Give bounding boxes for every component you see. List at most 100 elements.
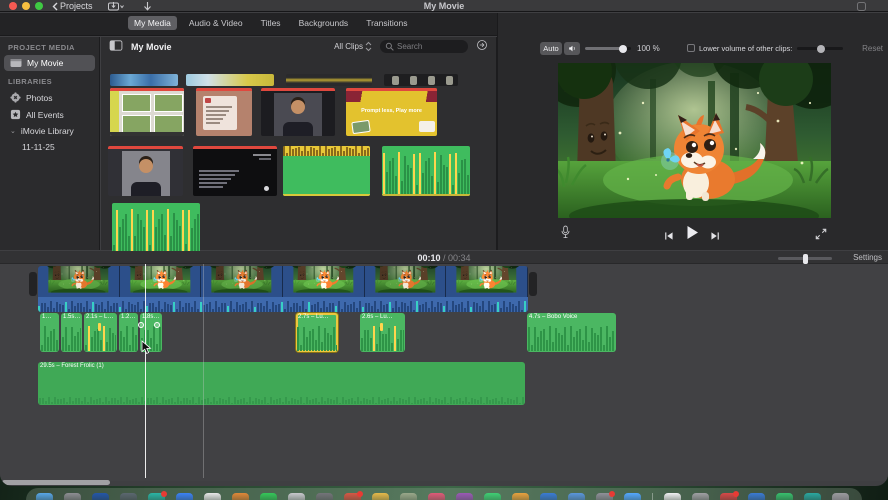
dock-separator — [652, 493, 653, 500]
sidebar-item-imovie-library[interactable]: ⌄ iMovie Library — [4, 123, 95, 139]
sidebar-item-11-11-25[interactable]: 11-11-25 — [4, 139, 95, 155]
timeline-audio-clip[interactable]: 2.7s – Lu… — [296, 313, 338, 352]
dock-app-icon[interactable] — [624, 493, 641, 500]
dock-app-icon[interactable] — [316, 493, 333, 500]
volume-slider[interactable] — [585, 44, 631, 53]
playhead[interactable] — [145, 264, 146, 478]
timeline-audio-clip[interactable]: 2.6s – Lu… — [360, 313, 405, 352]
viewer-panel: Auto 100 % Lower volume of other clips: … — [498, 13, 888, 250]
tab-my-media[interactable]: My Media — [128, 16, 177, 30]
dock — [26, 488, 862, 500]
timeline-audio-clip[interactable]: 1… — [40, 313, 59, 352]
audio-clip-label: 1.8s… — [142, 314, 160, 320]
dock-app-icon[interactable] — [664, 493, 681, 500]
dock-app-icon[interactable] — [512, 493, 529, 500]
sidebar-item-all-events[interactable]: All Events — [4, 106, 95, 123]
dock-app-icon[interactable] — [596, 491, 615, 500]
timeline-audio-clip[interactable]: 1.2… — [119, 313, 138, 352]
reset-button[interactable]: Reset — [862, 44, 883, 53]
fullscreen-icon[interactable] — [815, 227, 827, 245]
browser-clip-document[interactable] — [196, 88, 252, 136]
sidebar-item-label: Photos — [26, 92, 53, 103]
dock-app-icon[interactable] — [748, 493, 765, 500]
timeline-settings-button[interactable]: Settings — [853, 253, 882, 262]
dock-app-icon[interactable] — [568, 493, 585, 500]
browser-clip-terminal[interactable] — [193, 146, 277, 196]
events-icon — [10, 109, 21, 120]
dock-app-icon[interactable] — [720, 491, 739, 500]
timeline-horizontal-scrollbar[interactable] — [2, 480, 110, 485]
dock-app-icon[interactable] — [120, 493, 137, 500]
mute-button[interactable] — [564, 42, 580, 55]
dock-app-icon[interactable] — [372, 493, 389, 500]
dock-app-icon[interactable] — [456, 493, 473, 500]
dock-app-icon[interactable] — [484, 493, 501, 500]
chevron-down-icon[interactable]: ⌄ — [10, 127, 16, 135]
browser-clip-green-top[interactable] — [283, 146, 370, 196]
timeline-audio-clip[interactable]: 1.5s… — [61, 313, 82, 352]
play-button[interactable] — [686, 225, 699, 245]
dock-trash-icon[interactable] — [832, 493, 849, 500]
browser-clip-strip-a[interactable] — [110, 74, 178, 86]
timeline-audio-clip[interactable]: 2.1s – L… — [84, 313, 117, 352]
browser-clip-waveform[interactable] — [382, 146, 470, 196]
previous-frame-button[interactable] — [664, 228, 674, 246]
tab-backgrounds[interactable]: Backgrounds — [293, 16, 355, 30]
record-voiceover-icon[interactable] — [560, 225, 571, 245]
dock-app-icon[interactable] — [344, 491, 363, 500]
dock-app-icon[interactable] — [400, 493, 417, 500]
lower-volume-label: Lower volume of other clips: — [699, 44, 793, 53]
browser-clip-strip-d[interactable] — [384, 74, 458, 86]
timeline-zoom-slider[interactable] — [778, 253, 832, 264]
fade-handle[interactable] — [138, 322, 144, 328]
fade-handle[interactable] — [154, 322, 160, 328]
clip-edge-handle[interactable] — [529, 272, 537, 296]
used-range-indicator — [261, 88, 335, 91]
browser-clip-waveform[interactable] — [112, 203, 200, 253]
video-filmstrip — [38, 266, 528, 297]
lower-volume-checkbox[interactable] — [687, 44, 695, 52]
tab-titles[interactable]: Titles — [255, 16, 287, 30]
sidebar-item-photos[interactable]: Photos — [4, 89, 95, 106]
dock-app-icon[interactable] — [36, 493, 53, 500]
browser-clip-webcam-dark[interactable] — [261, 88, 335, 136]
dock-app-icon[interactable] — [804, 493, 821, 500]
dock-app-icon[interactable] — [176, 493, 193, 500]
dock-app-icon[interactable] — [540, 493, 557, 500]
speaker-icon — [568, 45, 575, 52]
dock-app-icon[interactable] — [232, 493, 249, 500]
sidebar-item-label: iMovie Library — [20, 126, 74, 136]
sidebar-item-label: 11-11-25 — [22, 142, 55, 152]
dock-app-icon[interactable] — [776, 493, 793, 500]
timeline-audio-clip[interactable]: 4.7s – Bobo Voice — [527, 313, 616, 352]
dock-app-icon[interactable] — [148, 491, 167, 500]
clip-edge-handle[interactable] — [29, 272, 37, 296]
sidebar-section-header: PROJECT MEDIA — [8, 43, 75, 52]
dock-app-icon[interactable] — [428, 493, 445, 500]
dock-app-icon[interactable] — [64, 493, 81, 500]
dock-app-icon[interactable] — [692, 493, 709, 500]
window-accessory-icon — [857, 2, 866, 11]
tab-audio-video[interactable]: Audio & Video — [183, 16, 249, 30]
browser-clip-screen-grid[interactable] — [110, 88, 184, 136]
timeline-music-clip[interactable]: 29.5s – Forest Frolic (1) — [38, 362, 525, 405]
dock-app-icon[interactable] — [92, 493, 109, 500]
lower-volume-slider[interactable] — [797, 44, 843, 53]
browser-clip-webcam[interactable] — [108, 146, 183, 196]
browser-clip-strip-b[interactable] — [186, 74, 274, 86]
auto-volume-button[interactable]: Auto — [540, 42, 562, 55]
dock-app-icon[interactable] — [260, 493, 277, 500]
audio-clip-label: 1… — [42, 314, 52, 320]
timeline: 1… 1.5s… 2.1s – L… 1.2… 1.8s… 2.7s – Lu… 2.6s … — [0, 264, 888, 481]
browser-clip-promo[interactable]: Prompt less, Play more — [346, 88, 437, 136]
time-total: 00:34 — [448, 253, 471, 263]
next-frame-button[interactable] — [710, 228, 720, 246]
timeline-video-clip[interactable] — [38, 266, 528, 312]
dock-app-icon[interactable] — [204, 493, 221, 500]
tab-transitions[interactable]: Transitions — [360, 16, 413, 30]
sidebar-item-my-movie[interactable]: My Movie — [4, 55, 95, 71]
timeline-toolbar: 00:10 / 00:34 Settings — [0, 251, 888, 264]
dock-app-icon[interactable] — [288, 493, 305, 500]
browser-clip-strip-c[interactable] — [286, 74, 372, 86]
skimmer-line — [203, 264, 204, 478]
